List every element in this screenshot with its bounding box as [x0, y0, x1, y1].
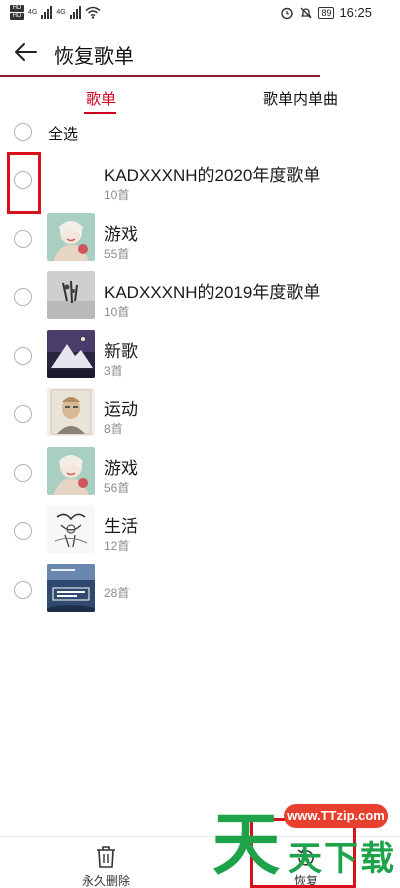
playlist-title: 游戏	[104, 224, 138, 244]
playlist-row[interactable]: 生活 12首	[0, 499, 400, 558]
select-all-radio[interactable]	[14, 123, 32, 141]
playlist-radio[interactable]	[14, 580, 32, 599]
playlist-title: KADXXXNH的2019年度歌单	[104, 283, 321, 302]
playlist-count: 55首	[104, 246, 130, 261]
playlist-title: 运动	[104, 400, 138, 419]
restore-button[interactable]: 恢复	[266, 845, 346, 888]
playlist-cover-image	[47, 388, 95, 436]
trash-icon	[97, 846, 115, 868]
select-all-row[interactable]: 全选	[0, 117, 400, 147]
playlist-radio[interactable]	[14, 405, 32, 423]
playlist-radio[interactable]	[14, 171, 32, 189]
playlist-count: 28首	[104, 585, 130, 600]
playlist-radio[interactable]	[14, 463, 32, 482]
status-bar: HD HD 4G 4G 89 16:25	[0, 0, 400, 28]
sim1-hd-badge: HD	[10, 5, 24, 12]
playlist-count: 12首	[104, 539, 130, 553]
active-tab-indicator	[84, 112, 116, 114]
restore-label: 恢复	[293, 874, 318, 888]
playlist-title: 游戏	[104, 458, 138, 478]
playlist-title: KADXXXNH的2020年度歌单	[104, 166, 321, 185]
playlist-radio[interactable]	[14, 288, 32, 306]
playlist-cover-image	[47, 446, 95, 495]
tab-songlists[interactable]: 歌单	[86, 88, 116, 109]
page-title: 恢复歌单	[54, 46, 134, 68]
network-type-1: 4G	[28, 9, 37, 16]
playlist-cover-image	[47, 271, 95, 319]
playlist-count: 10首	[104, 188, 130, 202]
playlist-radio[interactable]	[14, 229, 32, 248]
status-left: HD HD 4G 4G	[10, 5, 101, 20]
playlist-title: 生活	[104, 517, 138, 536]
playlist-row[interactable]: 游戏 56首	[0, 441, 400, 500]
tab-bar: 歌单 歌单内单曲	[0, 82, 400, 116]
playlist-cover-image	[47, 212, 95, 261]
watermark-url-badge: www.TTzip.com	[284, 804, 388, 828]
delete-permanently-button[interactable]: 永久删除	[66, 845, 146, 888]
playlist-radio[interactable]	[14, 346, 32, 365]
playlist-count: 56首	[104, 480, 130, 495]
playlist-cover-image	[47, 505, 95, 553]
playlist-count: 8首	[104, 422, 123, 436]
playlist-row[interactable]: KADXXXNH的2020年度歌单 10首	[0, 148, 400, 207]
playlist-title: 新歌	[104, 341, 138, 361]
status-right: 89 16:25	[280, 5, 372, 20]
alarm-icon	[281, 7, 294, 19]
playlist-cover-image	[47, 563, 95, 612]
sim2-hd-badge: HD	[10, 13, 24, 20]
playlist-count: 3首	[104, 363, 123, 378]
playlist-cover-image	[47, 329, 95, 378]
playlist-row[interactable]: 28首	[0, 558, 400, 617]
app-header: 恢复歌单	[0, 28, 400, 76]
network-type-2: 4G	[56, 9, 65, 16]
battery-level: 89	[318, 6, 335, 19]
clock: 16:25	[339, 5, 372, 20]
playlist-row[interactable]: KADXXXNH的2019年度歌单 10首	[0, 265, 400, 324]
tab-songs-in-lists[interactable]: 歌单内单曲	[263, 88, 338, 109]
playlist-list: KADXXXNH的2020年度歌单 10首 游戏 55首 KADXXXNH的20…	[0, 148, 400, 616]
network-type-label-1: 4G	[28, 9, 38, 16]
signal-2-icon	[69, 6, 81, 19]
bottom-action-bar: 永久删除 恢复	[0, 836, 400, 888]
delete-permanently-label: 永久删除	[81, 874, 130, 888]
restore-icon	[297, 848, 314, 866]
network-type-label-2: 4G	[56, 9, 66, 16]
sim-indicators: HD HD	[10, 5, 24, 20]
playlist-row[interactable]: 新歌 3首	[0, 324, 400, 383]
header-divider	[0, 75, 320, 77]
mute-bell-icon	[300, 7, 312, 18]
playlist-count: 10首	[104, 305, 130, 319]
select-all-label: 全选	[48, 126, 79, 143]
signal-1-icon	[41, 6, 53, 19]
playlist-row[interactable]: 运动 8首	[0, 382, 400, 441]
arrow-left-icon[interactable]	[12, 38, 40, 66]
playlist-row[interactable]: 游戏 55首	[0, 207, 400, 266]
playlist-radio[interactable]	[14, 522, 32, 540]
wifi-icon	[85, 6, 101, 19]
